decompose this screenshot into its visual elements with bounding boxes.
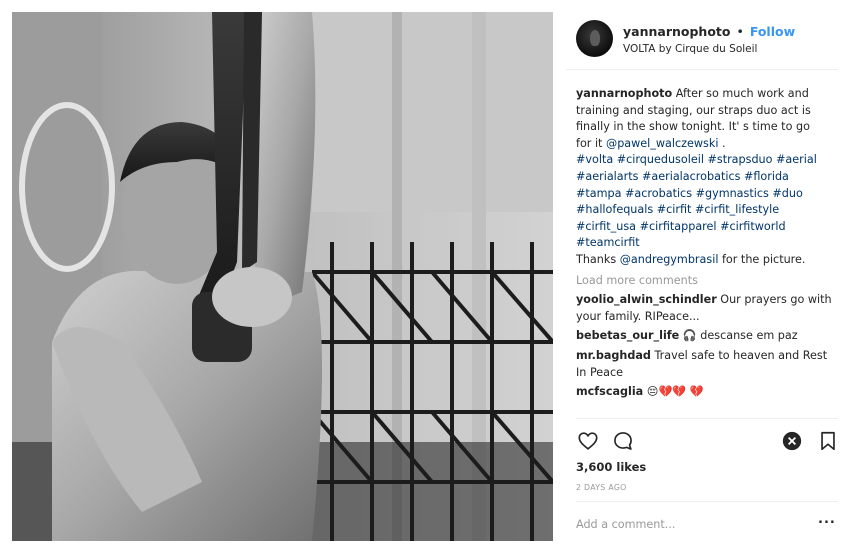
comment-username[interactable]: mr.baghdad [576, 349, 651, 362]
caption-thanks-suffix: for the picture. [718, 252, 806, 266]
more-options-button[interactable]: ... [818, 512, 836, 527]
comment-text-cont: In Peace [576, 365, 624, 379]
caption-line-3: finally in the show tonight. It' s time … [576, 120, 810, 134]
caption-line-4: for it @pawel_walczewski . [576, 136, 836, 153]
caption-thanks-prefix: Thanks [576, 252, 620, 266]
caption-text-4b: . [718, 136, 726, 150]
comment-line: mr.baghdad Travel safe to heaven and Res… [576, 348, 836, 365]
performer-photo [12, 12, 553, 541]
avatar[interactable] [576, 20, 613, 57]
load-more-comments-button[interactable]: Load more comments [576, 273, 836, 290]
post-location[interactable]: VOLTA by Cirque du Soleil [623, 43, 757, 55]
caption-text-4: for it [576, 136, 606, 150]
hashtag-line[interactable]: #volta #cirquedusoleil #strapsduo #aeria… [576, 152, 836, 169]
comment-item: mcfscaglia 😔💔💔 💔 [576, 384, 836, 401]
comment-username[interactable]: yoolio_alwin_schindler [576, 293, 717, 306]
hashtag-line[interactable]: #tampa #acrobatics #gymnastics #duo [576, 186, 836, 203]
comment-username[interactable]: bebetas_our_life [576, 329, 679, 342]
mention-link[interactable]: @pawel_walczewski [606, 137, 718, 150]
post-details-panel: yannarnophoto • Follow VOLTA by Cirque d… [566, 12, 838, 547]
comment-line: mcfscaglia 😔💔💔 💔 [576, 384, 836, 401]
comment-text-cont: your family. RIPeace... [576, 309, 700, 323]
comment-text: Our prayers go with [716, 293, 832, 307]
save-button[interactable] [816, 429, 840, 453]
follow-button[interactable]: Follow [750, 24, 795, 39]
divider [576, 418, 838, 419]
hashtag-line[interactable]: #cirfit_usa #cirfitapparel #cirfitworld [576, 219, 836, 236]
header-user-line: yannarnophoto • Follow [623, 24, 795, 39]
comment-text: 😔💔💔 💔 [643, 385, 704, 399]
comment-item: bebetas_our_life 🎧 descanse em paz [576, 328, 836, 345]
post-username[interactable]: yannarnophoto [623, 24, 730, 39]
comment-item: mr.baghdad Travel safe to heaven and Res… [576, 348, 836, 381]
close-circle-icon [782, 431, 802, 451]
caption-username[interactable]: yannarnophoto [576, 87, 672, 100]
separator-dot: • [736, 24, 744, 39]
comment-text: Travel safe to heaven and Rest [650, 348, 828, 362]
caption-text-1: After so much work and [672, 87, 809, 100]
like-button[interactable] [576, 429, 600, 453]
comment-button[interactable] [611, 429, 635, 453]
caption-thanks-line: Thanks @andregymbrasil for the picture. [576, 252, 836, 269]
mention-link[interactable]: @andregymbrasil [620, 253, 719, 266]
post-timestamp[interactable]: 2 DAYS AGO [576, 483, 627, 492]
close-button[interactable] [780, 429, 804, 453]
caption-line-2: training and staging, our straps duo act… [576, 103, 811, 117]
hashtag-line[interactable]: #teamcirfit [576, 235, 836, 252]
heart-outline-icon [578, 432, 598, 450]
hashtag-line[interactable]: #hallofequals #cirfit #cirfit_lifestyle [576, 202, 836, 219]
caption-line-1: yannarnophoto After so much work and [576, 86, 836, 103]
comment-line: yoolio_alwin_schindler Our prayers go wi… [576, 292, 836, 309]
caption: yannarnophoto After so much work and tra… [576, 86, 836, 269]
comment-username[interactable]: mcfscaglia [576, 385, 643, 398]
comment-text: 🎧 descanse em paz [679, 329, 798, 343]
post-photo[interactable] [12, 12, 553, 541]
divider [576, 501, 838, 502]
comment-bubble-icon [614, 432, 632, 450]
comments-section: yannarnophoto After so much work and tra… [576, 86, 836, 401]
hashtag-line[interactable]: #aerialarts #aerialacrobatics #florida [576, 169, 836, 186]
action-bar [576, 429, 838, 455]
comment-item: yoolio_alwin_schindler Our prayers go wi… [576, 292, 836, 325]
bookmark-icon [821, 431, 835, 451]
likes-count[interactable]: 3,600 likes [576, 460, 646, 474]
post-header: yannarnophoto • Follow VOLTA by Cirque d… [566, 12, 838, 70]
add-comment-input[interactable] [576, 514, 806, 534]
comment-line: bebetas_our_life 🎧 descanse em paz [576, 328, 836, 345]
